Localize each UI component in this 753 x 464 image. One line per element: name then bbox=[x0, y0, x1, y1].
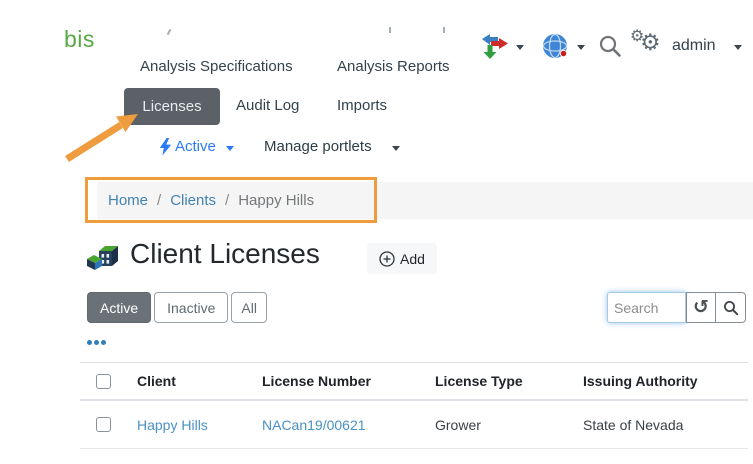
caret-down-icon[interactable] bbox=[734, 45, 742, 50]
breadcrumb-separator: / bbox=[225, 192, 229, 209]
cropped-text-fragment bbox=[443, 27, 445, 33]
caret-down-icon[interactable] bbox=[392, 146, 400, 151]
filter-inactive-button[interactable]: Inactive bbox=[154, 292, 228, 323]
status-filter-group: Active Inactive All bbox=[87, 292, 267, 323]
column-header-license-type[interactable]: License Type bbox=[435, 373, 583, 389]
add-button[interactable]: Add bbox=[367, 243, 437, 274]
cropped-text-fragment bbox=[167, 29, 172, 35]
breadcrumb-clients-link[interactable]: Clients bbox=[170, 192, 216, 209]
table-search: ↺ bbox=[607, 292, 746, 323]
license-type-cell: Grower bbox=[435, 417, 583, 433]
caret-down-icon[interactable] bbox=[226, 146, 234, 151]
tab-audit-log[interactable]: Audit Log bbox=[236, 97, 299, 114]
reset-search-button[interactable]: ↺ bbox=[686, 292, 716, 323]
page-title: Client Licenses bbox=[130, 238, 320, 270]
tab-licenses[interactable]: Licenses bbox=[124, 88, 220, 125]
breadcrumb: Home / Clients / Happy Hills bbox=[97, 182, 753, 219]
breadcrumb-separator: / bbox=[157, 192, 161, 209]
app-window: bis Analysis Specifications Analysis Rep… bbox=[0, 0, 753, 464]
globe-icon[interactable] bbox=[542, 33, 569, 65]
add-button-label: Add bbox=[400, 251, 425, 267]
row-checkbox[interactable] bbox=[96, 417, 111, 432]
search-icon bbox=[723, 300, 739, 316]
nav-analysis-specifications[interactable]: Analysis Specifications bbox=[140, 58, 293, 75]
caret-down-icon[interactable] bbox=[516, 45, 524, 50]
tab-licenses-label: Licenses bbox=[142, 98, 201, 115]
search-icon[interactable] bbox=[598, 34, 622, 63]
license-number-link[interactable]: NACan19/00621 bbox=[262, 417, 435, 433]
tab-imports[interactable]: Imports bbox=[337, 97, 387, 114]
select-all-checkbox[interactable] bbox=[96, 374, 111, 389]
breadcrumb-home-link[interactable]: Home bbox=[108, 192, 148, 209]
table-header-row: Client License Number License Type Issui… bbox=[80, 363, 748, 401]
client-link[interactable]: Happy Hills bbox=[137, 417, 262, 433]
lightning-icon bbox=[159, 138, 172, 161]
client-licenses-icon bbox=[87, 243, 121, 279]
column-header-issuing-authority[interactable]: Issuing Authority bbox=[583, 373, 748, 389]
filter-all-button[interactable]: All bbox=[231, 292, 267, 323]
nav-analysis-reports[interactable]: Analysis Reports bbox=[337, 58, 450, 75]
issuing-authority-cell: State of Nevada bbox=[583, 417, 748, 433]
table-row: Happy Hills NACan19/00621 Grower State o… bbox=[80, 401, 748, 449]
breadcrumb-current-page: Happy Hills bbox=[238, 192, 314, 209]
active-view-dropdown[interactable]: Active bbox=[175, 138, 216, 155]
licenses-table: Client License Number License Type Issui… bbox=[80, 362, 748, 449]
user-menu[interactable]: admin bbox=[672, 37, 716, 55]
manage-portlets-dropdown[interactable]: Manage portlets bbox=[264, 138, 372, 155]
overflow-menu-icon[interactable] bbox=[87, 340, 106, 345]
brand-logo[interactable]: bis bbox=[64, 26, 95, 53]
reset-icon: ↺ bbox=[693, 298, 709, 317]
search-input[interactable] bbox=[607, 292, 686, 323]
filter-active-button[interactable]: Active bbox=[87, 292, 151, 323]
column-header-license-number[interactable]: License Number bbox=[262, 373, 435, 389]
caret-down-icon[interactable] bbox=[577, 45, 585, 50]
cropped-text-fragment bbox=[389, 27, 391, 33]
transfer-arrows-icon[interactable] bbox=[481, 33, 509, 65]
circle-plus-icon bbox=[379, 251, 395, 267]
column-header-client[interactable]: Client bbox=[137, 373, 262, 389]
gears-icon[interactable]: ⚙ ⚙ bbox=[631, 30, 665, 60]
search-submit-button[interactable] bbox=[716, 292, 746, 323]
